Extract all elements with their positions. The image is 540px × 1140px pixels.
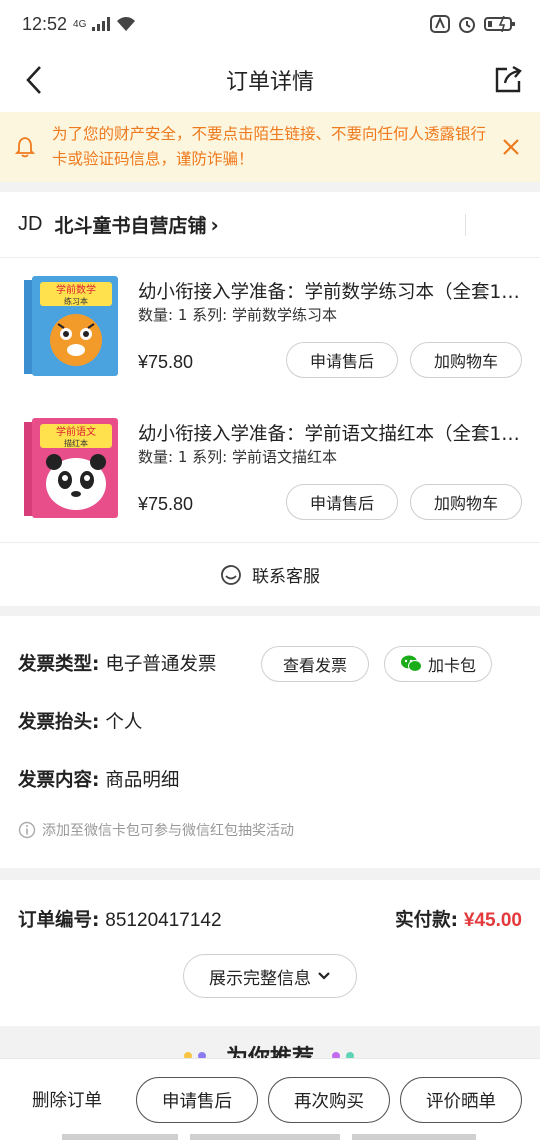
nfc-icon xyxy=(430,15,450,33)
battery-icon xyxy=(484,16,515,32)
scroll-hint xyxy=(190,1134,340,1140)
product-list: 学前数学 练习本 幼小衔接入学准备：学前数学练习本（全套10册） 数量: 1 系… xyxy=(0,258,540,542)
product-price: ¥75.80 xyxy=(138,352,194,372)
paid-amount-value: ¥45.00 xyxy=(463,910,522,931)
order-number: 订单编号: 85120417142 xyxy=(18,906,222,932)
product-name: 幼小衔接入学准备：学前数学练习本（全套10册） xyxy=(138,282,522,303)
expand-info-label: 展示完整信息 xyxy=(209,968,311,989)
add-card-wallet-label: 加卡包 xyxy=(427,656,476,675)
order-number-value: 85120417142 xyxy=(105,910,222,931)
product-quantity: 数量: 1 xyxy=(138,306,188,324)
bottom-after-sale-button[interactable]: 申请售后 xyxy=(136,1077,258,1123)
invoice-header-row: 发票抬头: 个人 xyxy=(18,708,142,734)
share-icon xyxy=(495,65,522,93)
product-meta: 数量: 1 系列: 学前语文描红本 xyxy=(138,446,337,467)
cover-subtitle: 练习本 xyxy=(64,296,88,306)
after-sale-button[interactable]: 申请售后 xyxy=(286,484,398,520)
alarm-icon xyxy=(459,17,475,33)
product-cover-image: 学前语文 描红本 xyxy=(24,418,118,518)
product-quantity: 数量: 1 xyxy=(138,448,188,466)
security-notice: 为了您的财产安全，不要点击陌生链接、不要向任何人透露银行卡或验证码信息，谨防诈骗… xyxy=(0,112,540,182)
product-series: 系列: 学前语文描红本 xyxy=(192,448,337,466)
contact-service-button[interactable]: 联系客服 xyxy=(0,542,540,606)
back-button[interactable] xyxy=(14,60,54,100)
product-series: 系列: 学前数学练习本 xyxy=(192,306,337,324)
close-icon xyxy=(503,139,519,155)
invoice-header-value: 个人 xyxy=(105,712,143,733)
paid-amount: 实付款: ¥45.00 xyxy=(395,906,522,932)
invoice-content-label: 发票内容: xyxy=(18,770,100,791)
recommend-header: 为你推荐 xyxy=(0,1030,540,1060)
invoice-tip: 添加至微信卡包可参与微信红包抽奖活动 xyxy=(18,820,294,840)
invoice-header-label: 发票抬头: xyxy=(18,712,100,733)
wechat-icon xyxy=(400,655,422,672)
rebuy-button[interactable]: 再次购买 xyxy=(268,1077,390,1123)
signal-icon xyxy=(92,17,111,31)
invoice-type-row: 发票类型: 电子普通发票 xyxy=(18,650,216,676)
add-cart-button[interactable]: 加购物车 xyxy=(410,342,522,378)
product-item[interactable]: 学前语文 描红本 幼小衔接入学准备：学前语文描红本（全套10册） 数量: 1 系… xyxy=(0,400,540,540)
divider xyxy=(465,214,466,236)
page-title: 订单详情 xyxy=(225,70,314,95)
order-number-label: 订单编号: xyxy=(18,910,100,931)
network-label: 4G xyxy=(73,18,87,30)
share-button[interactable] xyxy=(488,60,528,100)
chevron-right-icon: › xyxy=(210,212,219,237)
bell-icon xyxy=(14,137,36,158)
status-time: 12:52 xyxy=(22,13,68,34)
contact-label: 联系客服 xyxy=(252,567,320,587)
shop-row[interactable]: JD 北斗童书自营店铺 › xyxy=(0,192,540,258)
product-meta: 数量: 1 系列: 学前数学练习本 xyxy=(138,304,337,325)
invoice-content-value: 商品明细 xyxy=(105,770,180,791)
chevron-down-icon xyxy=(318,972,330,980)
cover-subtitle: 描红本 xyxy=(64,438,88,448)
delete-order-button[interactable]: 删除订单 xyxy=(32,1087,102,1112)
after-sale-button[interactable]: 申请售后 xyxy=(286,342,398,378)
notice-close-button[interactable] xyxy=(496,132,526,162)
review-button[interactable]: 评价晒单 xyxy=(400,1077,522,1123)
paid-amount-label: 实付款: xyxy=(395,910,458,931)
add-card-wallet-button[interactable]: 加卡包 xyxy=(384,646,492,682)
jd-logo: JD xyxy=(18,213,43,235)
shop-name: 北斗童书自营店铺 xyxy=(54,215,207,237)
cover-title: 学前语文 xyxy=(56,425,96,438)
customer-service-icon xyxy=(221,564,241,585)
cover-title: 学前数学 xyxy=(56,283,96,296)
bottom-action-bar: 删除订单 申请售后 再次购买 评价晒单 xyxy=(0,1058,540,1140)
back-arrow-icon xyxy=(26,66,41,94)
product-cover-image: 学前数学 练习本 xyxy=(24,276,118,376)
product-price: ¥75.80 xyxy=(138,494,194,514)
order-info-section: 订单编号: 85120417142 实付款: ¥45.00 展示完整信息 xyxy=(0,880,540,1026)
info-icon xyxy=(18,821,36,839)
invoice-content-row: 发票内容: 商品明细 xyxy=(18,766,179,792)
invoice-type-value: 电子普通发票 xyxy=(105,654,217,675)
scroll-hint xyxy=(62,1134,178,1140)
product-name: 幼小衔接入学准备：学前语文描红本（全套10册） xyxy=(138,424,522,445)
product-item[interactable]: 学前数学 练习本 幼小衔接入学准备：学前数学练习本（全套10册） 数量: 1 系… xyxy=(0,258,540,398)
scroll-hint xyxy=(352,1134,476,1140)
nav-bar: 订单详情 xyxy=(0,48,540,112)
status-bar: 12:52 4G xyxy=(0,0,540,48)
invoice-type-label: 发票类型: xyxy=(18,654,100,675)
expand-info-button[interactable]: 展示完整信息 xyxy=(183,954,357,998)
wifi-icon xyxy=(117,17,136,31)
invoice-tip-text: 添加至微信卡包可参与微信红包抽奖活动 xyxy=(42,823,294,839)
view-invoice-button[interactable]: 查看发票 xyxy=(261,646,369,682)
invoice-section: 发票类型: 电子普通发票 查看发票 加卡包 发票抬头: 个人 发票内容: 商品明… xyxy=(0,616,540,868)
add-cart-button[interactable]: 加购物车 xyxy=(410,484,522,520)
notice-text: 为了您的财产安全，不要点击陌生链接、不要向任何人透露银行卡或验证码信息，谨防诈骗… xyxy=(52,125,487,168)
